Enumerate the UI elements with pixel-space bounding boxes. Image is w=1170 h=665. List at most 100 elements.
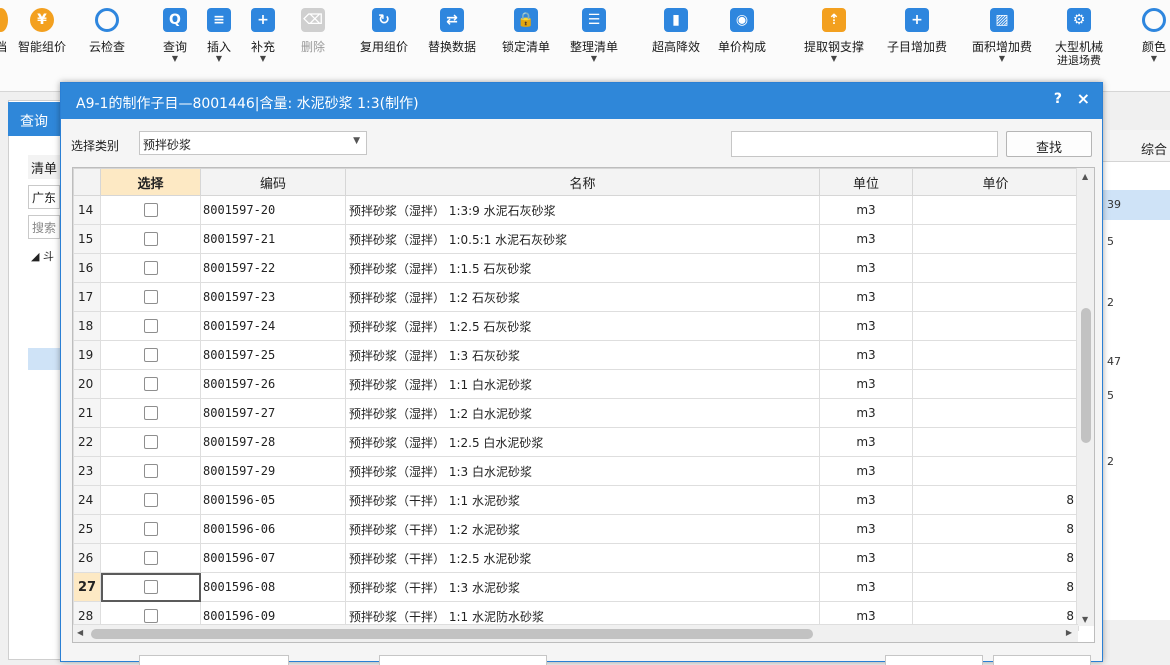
select-cell[interactable] bbox=[100, 543, 201, 573]
select-checkbox[interactable] bbox=[143, 290, 158, 305]
table-row[interactable]: 24 8001596-05 预拌砂浆（干拌） 1:1 水泥砂浆 m3 8 bbox=[73, 485, 1079, 515]
price-cell[interactable] bbox=[912, 340, 1079, 370]
select-cell[interactable] bbox=[100, 195, 201, 225]
toolbar-area-fee[interactable]: ▨ 面积增加费 ▼ bbox=[972, 8, 1032, 63]
background-tree-node[interactable]: ◢ 斗 bbox=[28, 245, 60, 269]
price-cell[interactable] bbox=[912, 311, 1079, 341]
unit-cell[interactable]: m3 bbox=[819, 485, 913, 515]
toolbar-color[interactable]: 颜色 ▼ bbox=[1142, 8, 1166, 63]
name-cell[interactable]: 预拌砂浆（湿拌） 1:2 白水泥砂浆 bbox=[345, 398, 820, 428]
code-cell[interactable]: 8001597-23 bbox=[200, 282, 346, 312]
help-icon[interactable]: ? bbox=[1054, 91, 1062, 107]
name-cell[interactable]: 预拌砂浆（干拌） 1:2 水泥砂浆 bbox=[345, 514, 820, 544]
select-cell[interactable] bbox=[100, 253, 201, 283]
price-cell[interactable] bbox=[912, 427, 1079, 457]
toolbar-lock-list[interactable]: 🔒 锁定清单 bbox=[502, 8, 550, 55]
table-row[interactable]: 22 8001597-28 预拌砂浆（湿拌） 1:2.5 白水泥砂浆 m3 bbox=[73, 427, 1079, 457]
unit-cell[interactable]: m3 bbox=[819, 514, 913, 544]
category-select[interactable]: 预拌砂浆 ▼ bbox=[139, 131, 367, 155]
code-cell[interactable]: 8001597-24 bbox=[200, 311, 346, 341]
table-row[interactable]: 15 8001597-21 预拌砂浆（湿拌） 1:0.5:1 水泥石灰砂浆 m3 bbox=[73, 224, 1079, 254]
unit-cell[interactable]: m3 bbox=[819, 456, 913, 486]
column-header-price[interactable]: 单价 bbox=[912, 168, 1079, 196]
column-header-unit[interactable]: 单位 bbox=[819, 168, 913, 196]
select-checkbox[interactable] bbox=[143, 435, 158, 450]
select-cell[interactable] bbox=[100, 282, 201, 312]
close-icon[interactable]: × bbox=[1077, 89, 1090, 108]
table-row[interactable]: 25 8001596-06 预拌砂浆（干拌） 1:2 水泥砂浆 m3 8 bbox=[73, 514, 1079, 544]
price-cell[interactable] bbox=[912, 369, 1079, 399]
toolbar-high-rise[interactable]: ▮ 超高降效 bbox=[652, 8, 700, 55]
toolbar-insert[interactable]: ≡ 插入 ▼ bbox=[207, 8, 231, 63]
code-cell[interactable]: 8001597-21 bbox=[200, 224, 346, 254]
select-checkbox[interactable] bbox=[143, 551, 158, 566]
name-cell[interactable]: 预拌砂浆（湿拌） 1:0.5:1 水泥石灰砂浆 bbox=[345, 224, 820, 254]
code-cell[interactable]: 8001597-26 bbox=[200, 369, 346, 399]
column-header-code[interactable]: 编码 bbox=[200, 168, 346, 196]
price-cell[interactable] bbox=[912, 456, 1079, 486]
code-cell[interactable]: 8001597-22 bbox=[200, 253, 346, 283]
footer-button[interactable] bbox=[993, 655, 1091, 665]
price-cell[interactable]: 8 bbox=[912, 485, 1079, 515]
scroll-down-icon[interactable]: ▼ bbox=[1082, 615, 1088, 624]
name-cell[interactable]: 预拌砂浆（湿拌） 1:2.5 白水泥砂浆 bbox=[345, 427, 820, 457]
unit-cell[interactable]: m3 bbox=[819, 224, 913, 254]
vertical-scroll-thumb[interactable] bbox=[1081, 308, 1091, 443]
find-button[interactable]: 查找 bbox=[1006, 131, 1092, 157]
table-row[interactable]: 26 8001596-07 预拌砂浆（干拌） 1:2.5 水泥砂浆 m3 8 bbox=[73, 543, 1079, 573]
toolbar-sub-item-fee[interactable]: + 子目增加费 bbox=[887, 8, 947, 55]
background-search-input[interactable]: 搜索 bbox=[28, 215, 60, 239]
unit-cell[interactable]: m3 bbox=[819, 311, 913, 341]
code-cell[interactable]: 8001596-08 bbox=[200, 572, 346, 602]
select-checkbox[interactable] bbox=[143, 261, 158, 276]
price-cell[interactable] bbox=[912, 398, 1079, 428]
select-cell[interactable] bbox=[100, 514, 201, 544]
unit-cell[interactable]: m3 bbox=[819, 369, 913, 399]
unit-cell[interactable]: m3 bbox=[819, 340, 913, 370]
name-cell[interactable]: 预拌砂浆（湿拌） 1:3:9 水泥石灰砂浆 bbox=[345, 195, 820, 225]
price-cell[interactable] bbox=[912, 282, 1079, 312]
toolbar-unit-price[interactable]: ◉ 单价构成 bbox=[718, 8, 766, 55]
select-checkbox[interactable] bbox=[143, 232, 158, 247]
table-row[interactable]: 17 8001597-23 预拌砂浆（湿拌） 1:2 石灰砂浆 m3 bbox=[73, 282, 1079, 312]
unit-cell[interactable]: m3 bbox=[819, 427, 913, 457]
toolbar-supplement[interactable]: + 补充 ▼ bbox=[251, 8, 275, 63]
code-cell[interactable]: 8001596-05 bbox=[200, 485, 346, 515]
table-row[interactable]: 20 8001597-26 预拌砂浆（湿拌） 1:1 白水泥砂浆 m3 bbox=[73, 369, 1079, 399]
name-cell[interactable]: 预拌砂浆（湿拌） 1:3 白水泥砂浆 bbox=[345, 456, 820, 486]
unit-cell[interactable]: m3 bbox=[819, 253, 913, 283]
horizontal-scroll-thumb[interactable] bbox=[91, 629, 813, 639]
name-cell[interactable]: 预拌砂浆（干拌） 1:3 水泥砂浆 bbox=[345, 572, 820, 602]
scroll-right-icon[interactable]: ▶ bbox=[1066, 628, 1072, 637]
footer-button[interactable] bbox=[885, 655, 983, 665]
select-cell[interactable] bbox=[100, 456, 201, 486]
price-cell[interactable] bbox=[912, 224, 1079, 254]
unit-cell[interactable]: m3 bbox=[819, 398, 913, 428]
select-cell[interactable] bbox=[100, 572, 201, 602]
toolbar-delete[interactable]: ⌫ 删除 bbox=[301, 8, 325, 55]
table-row[interactable]: 14 8001597-20 预拌砂浆（湿拌） 1:3:9 水泥石灰砂浆 m3 bbox=[73, 195, 1079, 225]
code-cell[interactable]: 8001597-28 bbox=[200, 427, 346, 457]
unit-cell[interactable]: m3 bbox=[819, 282, 913, 312]
select-checkbox[interactable] bbox=[143, 609, 158, 624]
price-cell[interactable] bbox=[912, 253, 1079, 283]
name-cell[interactable]: 预拌砂浆（干拌） 1:2.5 水泥砂浆 bbox=[345, 543, 820, 573]
select-cell[interactable] bbox=[100, 311, 201, 341]
select-cell[interactable] bbox=[100, 427, 201, 457]
price-cell[interactable]: 8 bbox=[912, 514, 1079, 544]
toolbar-cloud-check[interactable]: 云检查 bbox=[89, 8, 125, 55]
select-checkbox[interactable] bbox=[143, 580, 158, 595]
code-cell[interactable]: 8001596-06 bbox=[200, 514, 346, 544]
select-checkbox[interactable] bbox=[143, 406, 158, 421]
table-row[interactable]: 19 8001597-25 预拌砂浆（湿拌） 1:3 石灰砂浆 m3 bbox=[73, 340, 1079, 370]
scroll-left-icon[interactable]: ◀ bbox=[77, 628, 83, 637]
toolbar-query[interactable]: Q 查询 ▼ bbox=[163, 8, 187, 63]
name-cell[interactable]: 预拌砂浆（湿拌） 1:1 白水泥砂浆 bbox=[345, 369, 820, 399]
code-cell[interactable]: 8001597-20 bbox=[200, 195, 346, 225]
scroll-up-icon[interactable]: ▲ bbox=[1082, 172, 1088, 181]
select-checkbox[interactable] bbox=[143, 493, 158, 508]
toolbar-organize-list[interactable]: ☰ 整理清单 ▼ bbox=[570, 8, 618, 63]
code-cell[interactable]: 8001597-29 bbox=[200, 456, 346, 486]
code-cell[interactable]: 8001597-25 bbox=[200, 340, 346, 370]
unit-cell[interactable]: m3 bbox=[819, 572, 913, 602]
